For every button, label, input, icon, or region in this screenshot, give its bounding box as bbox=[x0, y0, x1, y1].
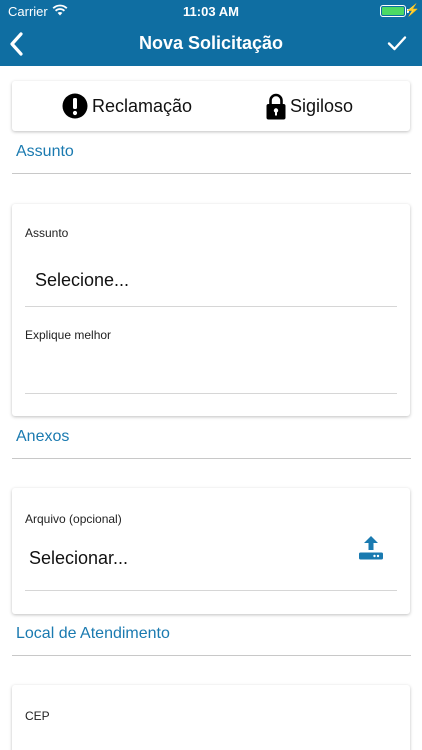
page-title: Nova Solicitação bbox=[138, 33, 284, 53]
option-label: Reclamação bbox=[92, 95, 193, 116]
section-divider bbox=[12, 655, 411, 656]
request-type-card: Reclamação Sigiloso bbox=[12, 81, 410, 131]
charging-icon: ⚡ bbox=[405, 3, 420, 17]
subject-select[interactable]: Selecione... bbox=[35, 270, 129, 291]
file-field-label: Arquivo (opcional) bbox=[25, 512, 122, 526]
subject-field-underline bbox=[25, 306, 397, 307]
cep-field-label: CEP bbox=[25, 709, 50, 723]
upload-icon[interactable] bbox=[358, 535, 384, 561]
anexos-card: Arquivo (opcional) Selecionar... bbox=[12, 488, 410, 614]
exclamation-circle-icon bbox=[62, 93, 88, 119]
option-sigiloso[interactable]: Sigiloso bbox=[266, 91, 353, 121]
local-card: CEP bbox=[12, 685, 410, 750]
cep-input[interactable] bbox=[25, 727, 397, 749]
section-divider bbox=[12, 458, 411, 459]
section-title-local: Local de Atendimento bbox=[16, 625, 170, 642]
section-title-anexos: Anexos bbox=[16, 428, 70, 445]
explain-textarea[interactable] bbox=[25, 346, 397, 392]
explain-field-label: Explique melhor bbox=[25, 328, 112, 342]
confirm-check-icon[interactable] bbox=[386, 32, 408, 54]
lock-icon bbox=[266, 93, 286, 119]
nav-bar: Nova Solicitação bbox=[0, 22, 422, 66]
file-select[interactable]: Selecionar... bbox=[29, 548, 128, 569]
option-label: Sigiloso bbox=[290, 95, 354, 116]
status-bar: Carrier 11:03 AM ⚡ bbox=[0, 0, 422, 22]
header-bar: Carrier 11:03 AM ⚡ Nova Solicitação bbox=[0, 0, 422, 66]
explain-field-underline bbox=[25, 393, 397, 394]
battery-icon bbox=[380, 5, 406, 17]
option-reclamacao[interactable]: Reclamação bbox=[62, 91, 192, 121]
subject-field-label: Assunto bbox=[25, 226, 69, 240]
status-time: 11:03 AM bbox=[183, 4, 239, 19]
file-field-underline bbox=[25, 590, 397, 591]
form-content: Reclamação Sigiloso Assunto Assunto Sele… bbox=[0, 66, 422, 750]
assunto-card: Assunto Selecione... Explique melhor bbox=[12, 204, 410, 416]
section-divider bbox=[12, 173, 411, 174]
section-title-assunto: Assunto bbox=[16, 143, 74, 160]
